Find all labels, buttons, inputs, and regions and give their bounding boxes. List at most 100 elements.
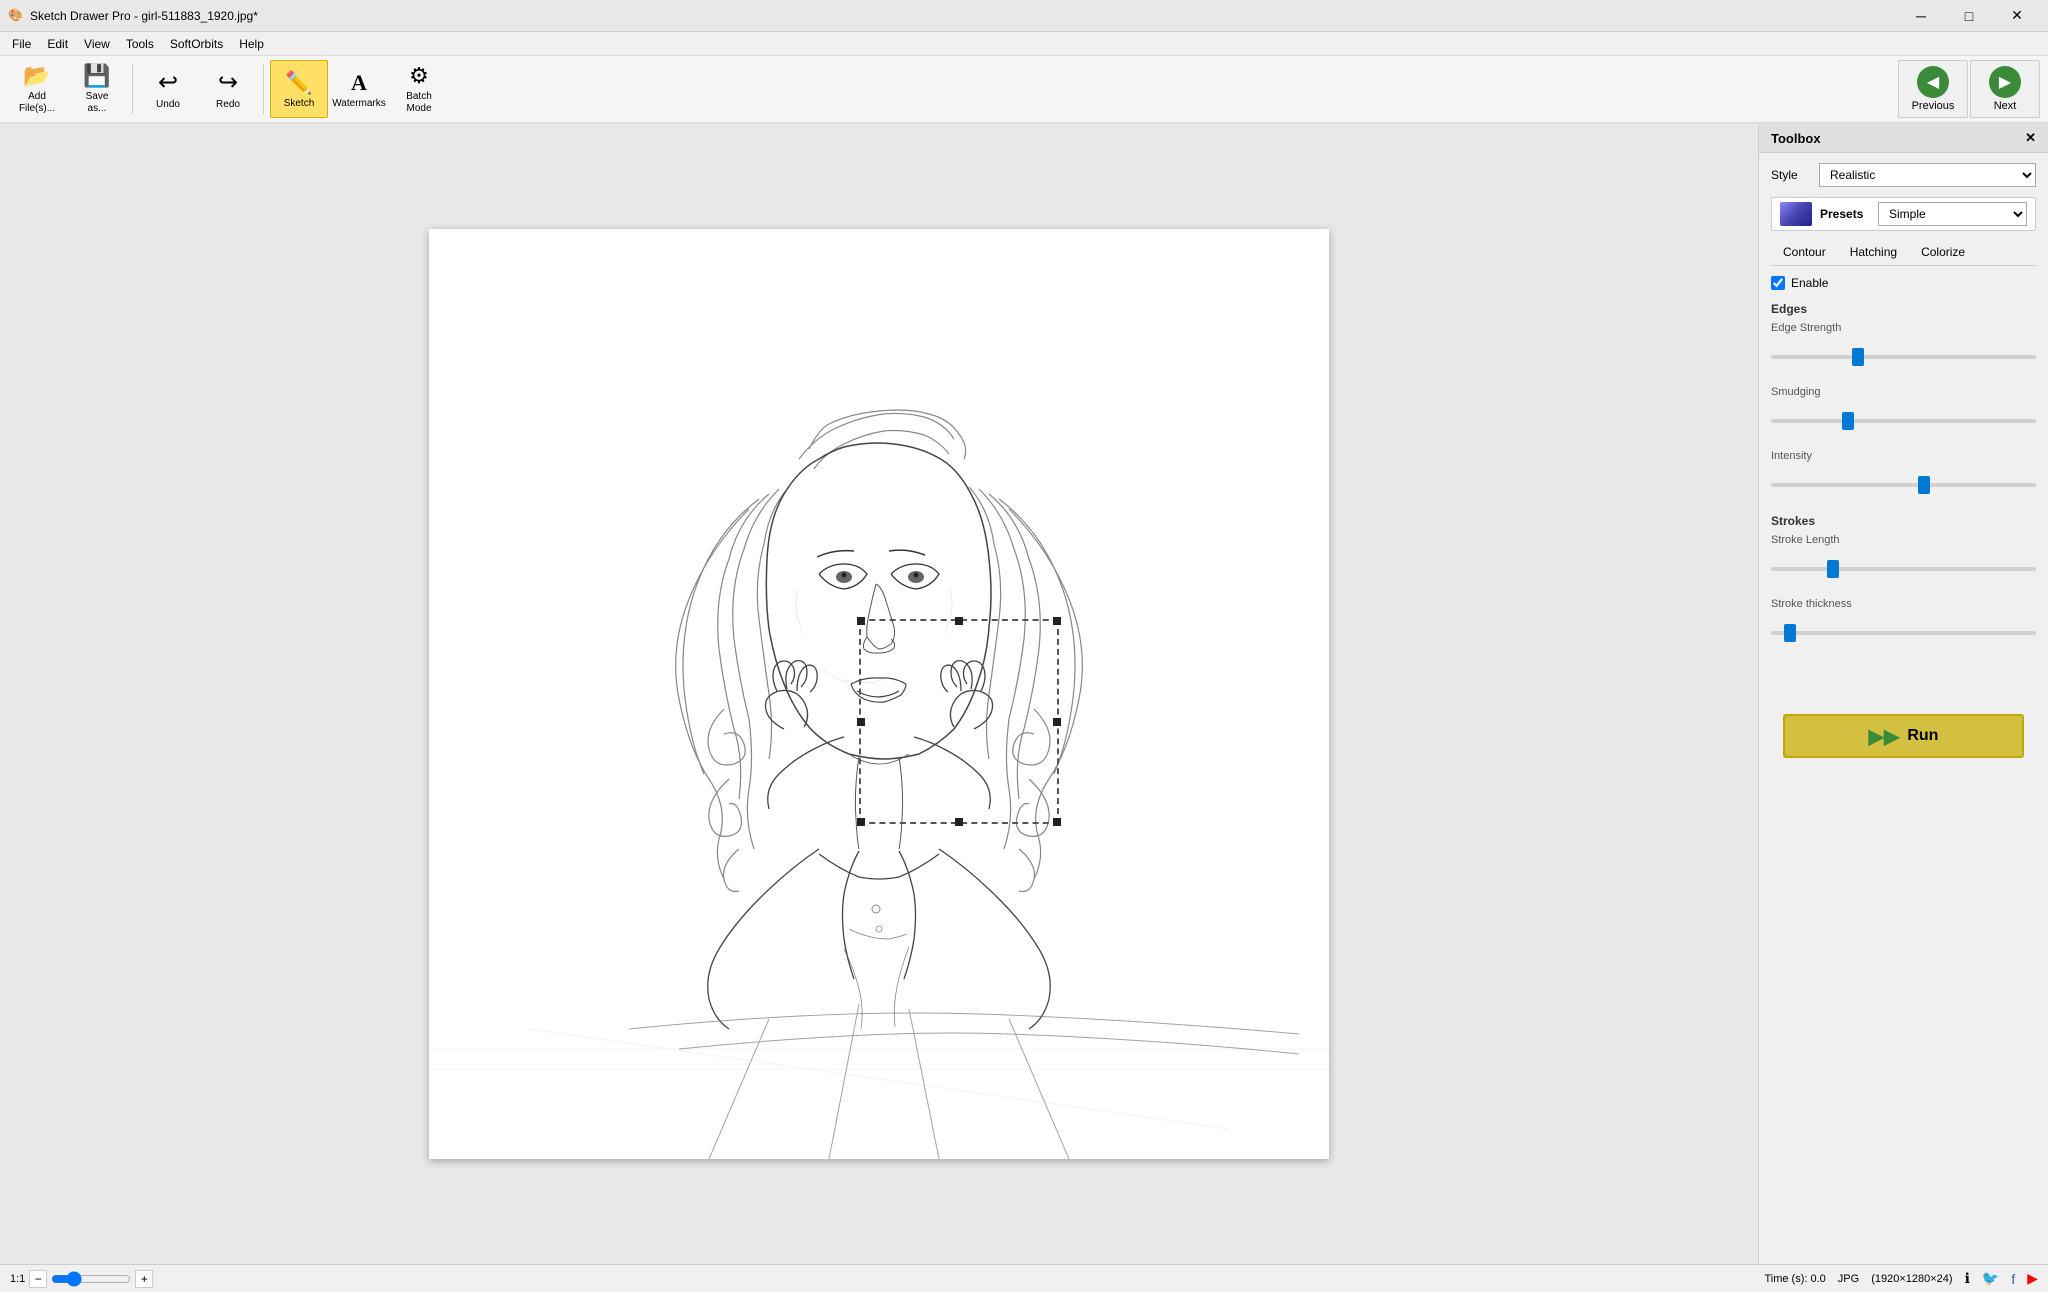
menu-bar: File Edit View Tools SoftOrbits Help bbox=[0, 32, 2048, 56]
batch-mode-label: BatchMode bbox=[406, 91, 432, 115]
intensity-slider-container bbox=[1771, 466, 2036, 500]
sketch-label: Sketch bbox=[284, 98, 315, 109]
smudging-label: Smudging bbox=[1771, 386, 2036, 398]
stroke-length-slider-container bbox=[1771, 550, 2036, 584]
edges-section-header: Edges bbox=[1771, 302, 2036, 316]
save-as-button[interactable]: 💾 Saveas... bbox=[68, 60, 126, 118]
social-icon-1[interactable]: 🐦 bbox=[1982, 1270, 1999, 1287]
tab-colorize[interactable]: Colorize bbox=[1909, 241, 1977, 265]
watermarks-label: Watermarks bbox=[332, 98, 386, 109]
redo-label: Redo bbox=[216, 99, 240, 110]
maximize-button[interactable]: □ bbox=[1946, 0, 1992, 32]
smudging-row: Smudging bbox=[1771, 386, 2036, 436]
save-icon: 💾 bbox=[83, 63, 110, 89]
menu-help[interactable]: Help bbox=[231, 32, 272, 56]
run-button[interactable]: ▶▶ Run bbox=[1783, 714, 2024, 758]
edge-strength-slider[interactable] bbox=[1771, 355, 2036, 359]
menu-edit[interactable]: Edit bbox=[39, 32, 76, 56]
next-icon: ▶ bbox=[1989, 66, 2021, 98]
next-button[interactable]: ▶ Next bbox=[1970, 60, 2040, 118]
add-files-icon: 📂 bbox=[23, 63, 50, 89]
stroke-thickness-row: Stroke thickness bbox=[1771, 598, 2036, 648]
presets-label: Presets bbox=[1820, 207, 1870, 221]
time-status: Time (s): 0.0 bbox=[1764, 1273, 1825, 1285]
stroke-thickness-label: Stroke thickness bbox=[1771, 598, 2036, 610]
toolbox-close-icon[interactable]: ✕ bbox=[2025, 130, 2036, 146]
toolbar-sep-1 bbox=[132, 64, 133, 114]
toolbox-header: Toolbox ✕ bbox=[1759, 124, 2048, 153]
toolbox-panel: Toolbox ✕ Style Realistic Simple Detaile… bbox=[1758, 124, 2048, 1264]
previous-label: Previous bbox=[1912, 100, 1955, 112]
main-area: Toolbox ✕ Style Realistic Simple Detaile… bbox=[0, 124, 2048, 1264]
title-bar: 🎨 Sketch Drawer Pro - girl-511883_1920.j… bbox=[0, 0, 2048, 32]
undo-icon: ↩ bbox=[158, 68, 178, 97]
window-title: Sketch Drawer Pro - girl-511883_1920.jpg… bbox=[30, 9, 1898, 23]
strokes-section-header: Strokes bbox=[1771, 514, 2036, 528]
smudging-slider[interactable] bbox=[1771, 419, 2036, 423]
style-label: Style bbox=[1771, 168, 1811, 182]
presets-select[interactable]: Simple Complex Custom bbox=[1878, 202, 2027, 226]
intensity-slider[interactable] bbox=[1771, 483, 2036, 487]
app-icon: 🎨 bbox=[8, 8, 24, 24]
image-canvas bbox=[429, 229, 1329, 1159]
redo-icon: ↪ bbox=[218, 68, 238, 97]
zoom-in-button[interactable]: + bbox=[135, 1270, 153, 1288]
next-label: Next bbox=[1994, 100, 2017, 112]
close-button[interactable]: ✕ bbox=[1994, 0, 2040, 32]
menu-file[interactable]: File bbox=[4, 32, 39, 56]
intensity-row: Intensity bbox=[1771, 450, 2036, 500]
menu-softorbits[interactable]: SoftOrbits bbox=[162, 32, 231, 56]
sketch-image bbox=[429, 229, 1329, 1159]
canvas-area[interactable] bbox=[0, 124, 1758, 1264]
social-icon-2[interactable]: f bbox=[2011, 1271, 2015, 1287]
toolbox-content: Style Realistic Simple Detailed Artistic… bbox=[1759, 153, 2048, 1264]
tab-hatching[interactable]: Hatching bbox=[1838, 241, 1909, 265]
toolbar-sep-2 bbox=[263, 64, 264, 114]
stroke-length-row: Stroke Length bbox=[1771, 534, 2036, 584]
zoom-indicator: 1:1 bbox=[10, 1273, 25, 1285]
undo-button[interactable]: ↩ Undo bbox=[139, 60, 197, 118]
sketch-button[interactable]: ✏️ Sketch bbox=[270, 60, 328, 118]
stroke-length-slider[interactable] bbox=[1771, 567, 2036, 571]
smudging-slider-container bbox=[1771, 402, 2036, 436]
nav-buttons: ◀ Previous ▶ Next bbox=[1898, 60, 2040, 118]
toolbox-title: Toolbox bbox=[1771, 131, 1821, 146]
presets-icon bbox=[1780, 202, 1812, 226]
tabs-row: Contour Hatching Colorize bbox=[1771, 241, 2036, 266]
redo-button[interactable]: ↪ Redo bbox=[199, 60, 257, 118]
format-status: JPG bbox=[1838, 1273, 1859, 1285]
run-btn-area: ▶▶ Run bbox=[1771, 702, 2036, 770]
zoom-slider[interactable] bbox=[51, 1271, 131, 1287]
stroke-thickness-slider[interactable] bbox=[1771, 631, 2036, 635]
menu-view[interactable]: View bbox=[76, 32, 118, 56]
info-icon[interactable]: ℹ bbox=[1965, 1270, 1970, 1287]
window-controls: ─ □ ✕ bbox=[1898, 0, 2040, 32]
status-right: Time (s): 0.0 JPG (1920×1280×24) ℹ 🐦 f ▶ bbox=[1764, 1270, 2038, 1287]
batch-mode-icon: ⚙ bbox=[409, 63, 429, 89]
add-files-button[interactable]: 📂 AddFile(s)... bbox=[8, 60, 66, 118]
tab-contour[interactable]: Contour bbox=[1771, 241, 1838, 265]
intensity-label: Intensity bbox=[1771, 450, 2036, 462]
previous-button[interactable]: ◀ Previous bbox=[1898, 60, 1968, 118]
enable-row: Enable bbox=[1771, 276, 2036, 290]
style-select[interactable]: Realistic Simple Detailed Artistic bbox=[1819, 163, 2036, 187]
enable-label: Enable bbox=[1791, 276, 1828, 290]
edge-strength-slider-container bbox=[1771, 338, 2036, 372]
watermarks-button[interactable]: A Watermarks bbox=[330, 60, 388, 118]
stroke-thickness-slider-container bbox=[1771, 614, 2036, 648]
toolbar: 📂 AddFile(s)... 💾 Saveas... ↩ Undo ↪ Red… bbox=[0, 56, 2048, 124]
menu-tools[interactable]: Tools bbox=[118, 32, 162, 56]
sketch-icon: ✏️ bbox=[285, 70, 312, 96]
prev-icon: ◀ bbox=[1917, 66, 1949, 98]
minimize-button[interactable]: ─ bbox=[1898, 0, 1944, 32]
undo-label: Undo bbox=[156, 99, 180, 110]
style-row: Style Realistic Simple Detailed Artistic bbox=[1771, 163, 2036, 187]
batch-mode-button[interactable]: ⚙ BatchMode bbox=[390, 60, 448, 118]
stroke-length-label: Stroke Length bbox=[1771, 534, 2036, 546]
add-files-label: AddFile(s)... bbox=[19, 91, 55, 115]
presets-row: Presets Simple Complex Custom bbox=[1771, 197, 2036, 231]
enable-checkbox[interactable] bbox=[1771, 276, 1785, 290]
social-icon-3[interactable]: ▶ bbox=[2027, 1270, 2038, 1287]
zoom-out-button[interactable]: − bbox=[29, 1270, 47, 1288]
zoom-controls: 1:1 − + bbox=[10, 1270, 153, 1288]
